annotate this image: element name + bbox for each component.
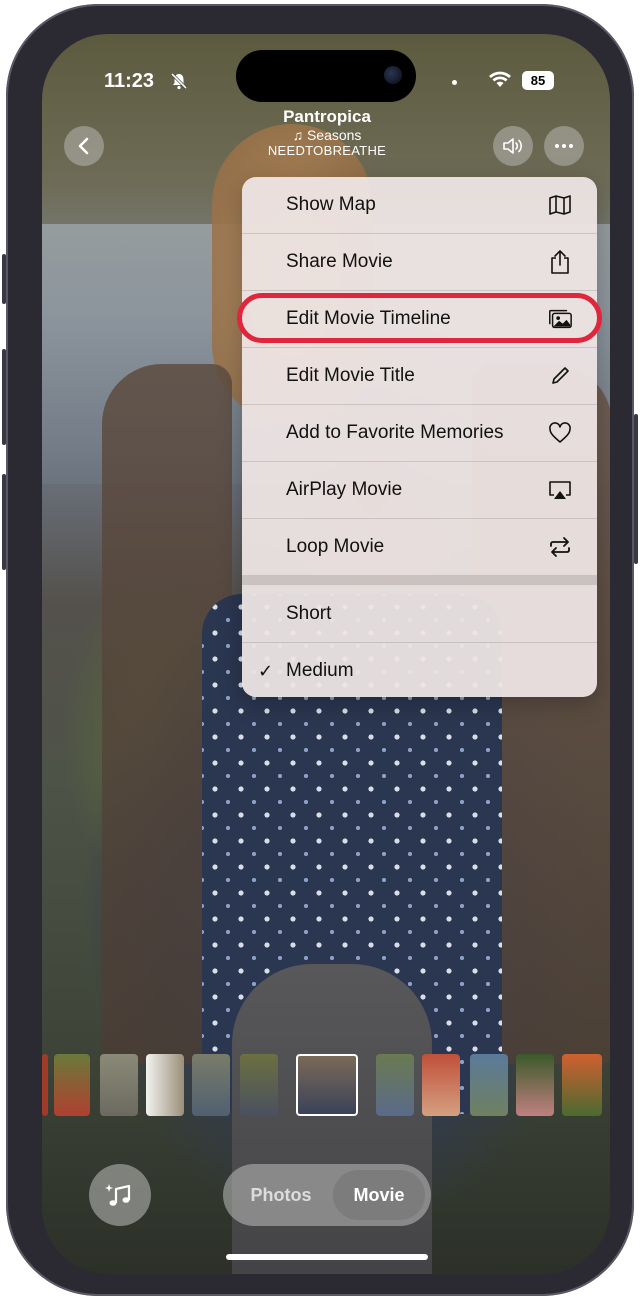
background-legs xyxy=(232,964,432,1274)
volume-up-button xyxy=(2,349,6,445)
more-button[interactable] xyxy=(544,126,584,166)
phone-frame: 11:23 85 Pantropica ♫ Seasons NEEDTOBREA… xyxy=(2,4,638,1296)
menu-item-label: Add to Favorite Memories xyxy=(286,422,504,443)
view-mode-segmented-control: Photos Movie xyxy=(223,1164,431,1226)
thumbnail[interactable] xyxy=(470,1054,508,1116)
loop-icon xyxy=(547,534,573,560)
front-camera xyxy=(384,66,402,84)
music-button[interactable] xyxy=(89,1164,151,1226)
menu-item-share-movie[interactable]: Share Movie xyxy=(242,234,597,290)
thumbnail[interactable] xyxy=(240,1054,278,1116)
thumbnail[interactable] xyxy=(42,1054,48,1116)
now-playing: Pantropica ♫ Seasons NEEDTOBREATHE xyxy=(222,107,432,159)
status-time: 11:23 xyxy=(104,70,155,92)
segment-movie[interactable]: Movie xyxy=(333,1170,425,1220)
thumbnail[interactable] xyxy=(146,1054,184,1116)
side-button xyxy=(634,414,638,564)
thumbnail[interactable] xyxy=(516,1054,554,1116)
menu-item-label: Share Movie xyxy=(286,251,393,272)
bell-off-icon xyxy=(170,72,188,90)
wifi-icon xyxy=(489,71,511,87)
menu-item-edit-movie-title[interactable]: Edit Movie Title xyxy=(242,348,597,404)
action-button xyxy=(2,254,6,304)
thumbnail[interactable] xyxy=(376,1054,414,1116)
segment-photos[interactable]: Photos xyxy=(233,1164,329,1226)
menu-item-label: Loop Movie xyxy=(286,536,385,557)
menu-item-label: AirPlay Movie xyxy=(286,479,403,500)
thumbnail-strip[interactable] xyxy=(42,1054,610,1118)
checkmark-icon: ✓ xyxy=(258,660,274,681)
chevron-left-icon xyxy=(78,137,89,155)
thumbnail[interactable] xyxy=(192,1054,230,1116)
music-sparkle-icon xyxy=(105,1184,131,1206)
airplay-icon xyxy=(547,477,573,503)
menu-item-airplay-movie[interactable]: AirPlay Movie xyxy=(242,462,597,518)
back-button[interactable] xyxy=(64,126,104,166)
menu-group-separator xyxy=(242,575,597,585)
battery-indicator: 85 xyxy=(522,71,554,90)
menu-item-label: Show Map xyxy=(286,194,376,215)
screen: 11:23 85 Pantropica ♫ Seasons NEEDTOBREA… xyxy=(42,34,610,1274)
artist-name: NEEDTOBREATHE xyxy=(267,143,387,158)
highlight-annotation xyxy=(237,293,602,343)
pencil-icon xyxy=(547,363,573,389)
menu-item-show-map[interactable]: Show Map xyxy=(242,177,597,233)
signal-icon xyxy=(452,80,457,85)
context-menu: Show Map Share Movie Edit Movie Timeline xyxy=(242,177,597,697)
thumbnail[interactable] xyxy=(562,1054,602,1116)
share-icon xyxy=(547,249,573,275)
thumbnail[interactable] xyxy=(54,1054,90,1116)
speaker-icon xyxy=(503,138,522,154)
menu-item-loop-movie[interactable]: Loop Movie xyxy=(242,519,597,575)
heart-icon xyxy=(547,420,573,446)
memory-title: Pantropica xyxy=(283,107,371,126)
menu-item-add-to-favorite-memories[interactable]: Add to Favorite Memories xyxy=(242,405,597,461)
thumbnail-selected[interactable] xyxy=(296,1054,358,1116)
menu-item-label: Medium xyxy=(286,660,354,681)
thumbnail[interactable] xyxy=(422,1054,460,1116)
song-title: ♫ Seasons xyxy=(292,127,362,143)
menu-item-medium[interactable]: ✓ Medium xyxy=(242,643,597,697)
menu-item-label: Short xyxy=(286,603,332,624)
home-indicator[interactable] xyxy=(226,1254,428,1260)
menu-item-label: Edit Movie Title xyxy=(286,365,415,386)
ellipsis-icon xyxy=(555,144,573,148)
sound-button[interactable] xyxy=(493,126,533,166)
volume-down-button xyxy=(2,474,6,570)
menu-item-short[interactable]: Short xyxy=(242,586,597,642)
thumbnail[interactable] xyxy=(100,1054,138,1116)
map-icon xyxy=(547,192,573,218)
